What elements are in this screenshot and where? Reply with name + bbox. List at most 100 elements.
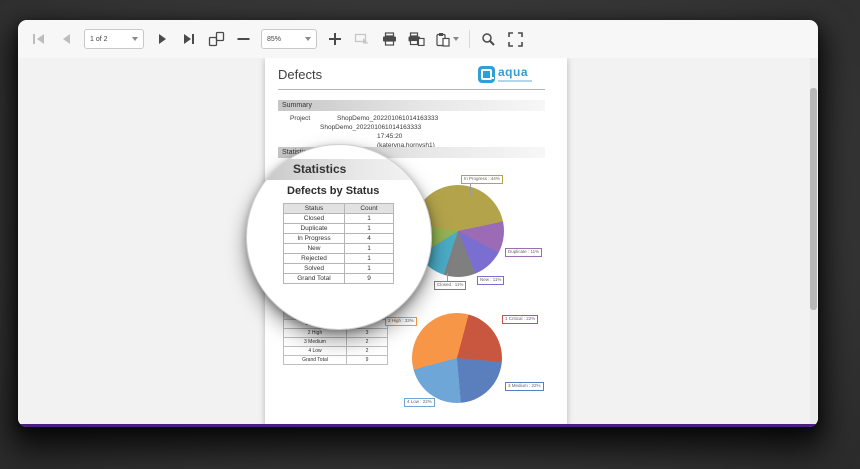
cell: Grand Total	[284, 356, 347, 365]
cell: Solved	[284, 264, 345, 274]
cell: 2	[347, 347, 388, 356]
title-divider	[278, 89, 545, 90]
cell: Duplicate	[284, 224, 345, 234]
table-row: Rejected1	[284, 254, 394, 264]
summary-row-value: ShopDemo_202201061014163333	[337, 115, 438, 122]
cell: 3	[347, 329, 388, 338]
cell: New	[284, 244, 345, 254]
window-bottom-accent	[18, 424, 818, 427]
aqua-logo-text: aqua	[498, 66, 532, 78]
cell: 1	[345, 264, 394, 274]
table-row: Grand Total9	[284, 356, 388, 365]
page-select[interactable]: 1 of 2	[84, 29, 144, 49]
cell: 4	[345, 234, 394, 244]
previous-page-button[interactable]	[57, 28, 75, 50]
previous-page-icon	[60, 33, 72, 45]
status-heading-magnified: Defects by Status	[287, 185, 379, 197]
fullscreen-button[interactable]	[506, 28, 524, 50]
selection-tool-button[interactable]	[353, 28, 371, 50]
scrollbar-thumb[interactable]	[810, 88, 817, 310]
cell: 1	[345, 254, 394, 264]
first-page-button[interactable]	[30, 28, 48, 50]
label-leader-line	[447, 273, 448, 281]
chevron-down-icon	[305, 37, 311, 41]
summary-section-header: Summary	[278, 100, 545, 111]
summary-row-label: Project	[290, 115, 310, 122]
minus-icon	[237, 33, 250, 45]
report-viewer-window: 1 of 2 85%	[18, 20, 818, 427]
cell: In Progress	[284, 234, 345, 244]
summary-row-value: 17:45:20	[377, 133, 402, 140]
table-row: Closed1	[284, 214, 394, 224]
cell: 2	[347, 338, 388, 347]
print-button[interactable]	[380, 28, 398, 50]
viewer-toolbar: 1 of 2 85%	[18, 20, 818, 59]
cell: Grand Total	[284, 274, 345, 284]
printer-icon	[382, 32, 397, 46]
cell: 1	[345, 224, 394, 234]
table-row: Duplicate1	[284, 224, 394, 234]
aqua-logo: aqua	[478, 66, 532, 83]
table-row: In Progress4	[284, 234, 394, 244]
print-document-button[interactable]	[407, 28, 425, 50]
screenshot-stage: 1 of 2 85%	[0, 0, 860, 469]
cell: 1	[345, 214, 394, 224]
vertical-scrollbar	[810, 58, 817, 424]
last-page-button[interactable]	[180, 28, 198, 50]
summary-row-value: ShopDemo_202201061014163333	[320, 124, 421, 131]
pie-slice-label: In Progress : 44%	[461, 175, 503, 184]
toolbar-separator	[469, 30, 470, 48]
pie-slice-label: Duplicate : 11%	[505, 248, 542, 257]
chevron-down-icon	[132, 37, 138, 41]
table-row: New1	[284, 244, 394, 254]
cell: 4 Low	[284, 347, 347, 356]
page-layout-icon	[208, 31, 225, 47]
next-page-icon	[156, 33, 168, 45]
pie-slice-label: 2 High : 33%	[385, 317, 417, 326]
status-table: Status Count Closed1 Duplicate1 In Progr…	[283, 203, 394, 284]
table-row: Solved1	[284, 264, 394, 274]
fullscreen-icon	[508, 32, 523, 47]
zoom-select[interactable]: 85%	[261, 29, 317, 49]
export-button[interactable]	[434, 28, 460, 50]
next-page-button[interactable]	[153, 28, 171, 50]
pie-slice-label: 4 Low : 22%	[404, 398, 435, 407]
zoom-in-button[interactable]	[326, 28, 344, 50]
report-title: Defects	[278, 67, 322, 82]
significance-pie-chart	[412, 313, 502, 403]
column-header: Count	[345, 204, 394, 214]
cell: Closed	[284, 214, 345, 224]
plus-icon	[328, 32, 342, 46]
selection-tool-icon	[354, 32, 370, 46]
first-page-icon	[32, 33, 46, 45]
aqua-logo-tagline	[498, 80, 532, 82]
pie-slice-label: Closed : 11%	[434, 281, 466, 290]
table-row: 4 Low2	[284, 347, 388, 356]
pie-slice-label: 3 Medium : 22%	[505, 382, 544, 391]
zoom-out-button[interactable]	[234, 28, 252, 50]
search-button[interactable]	[479, 28, 497, 50]
zoom-level: 85%	[267, 36, 281, 43]
table-row: Grand Total9	[284, 274, 394, 284]
search-icon	[481, 32, 496, 47]
aqua-logo-icon	[478, 66, 495, 83]
cell: 3 Medium	[284, 338, 347, 347]
magnifier-lens: Statistics Defects by Status Status Coun…	[246, 144, 432, 330]
cell: 1	[345, 244, 394, 254]
export-icon	[435, 32, 451, 47]
pie-slice-label: 1 Critical : 22%	[502, 315, 538, 324]
column-header: Status	[284, 204, 345, 214]
cell: 9	[347, 356, 388, 365]
label-leader-line	[470, 183, 471, 196]
last-page-icon	[182, 33, 196, 45]
pie-slice-label: New : 11%	[477, 276, 504, 285]
cell: Rejected	[284, 254, 345, 264]
page-layout-button[interactable]	[207, 28, 225, 50]
chevron-down-icon	[453, 37, 459, 41]
statistics-section-header-magnified: Statistics	[247, 159, 431, 180]
page-indicator: 1 of 2	[90, 36, 108, 43]
printer-page-icon	[408, 32, 425, 46]
table-row: 3 Medium2	[284, 338, 388, 347]
table-header-row: Status Count	[284, 204, 394, 214]
cell: 9	[345, 274, 394, 284]
